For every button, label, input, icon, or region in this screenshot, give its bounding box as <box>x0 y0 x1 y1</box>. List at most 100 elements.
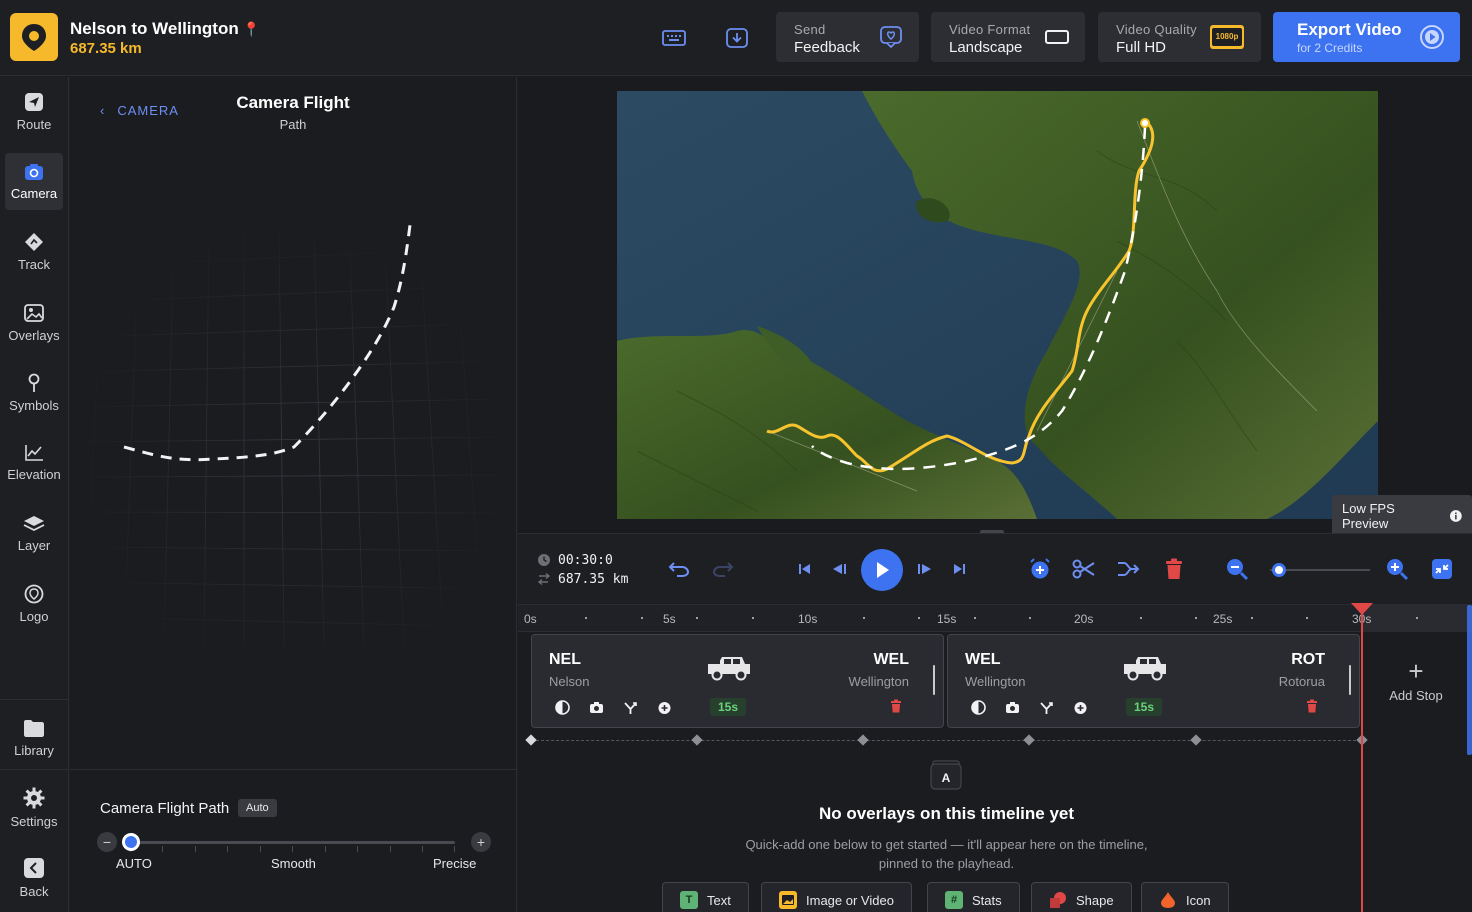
keyframe-marker[interactable] <box>525 734 537 746</box>
segment-duration[interactable]: 15s <box>710 698 747 716</box>
add-stop-button[interactable]: + Add Stop <box>1366 634 1466 728</box>
sidebar-divider <box>0 699 69 700</box>
merge-button[interactable] <box>1115 556 1141 582</box>
skip-start-icon <box>799 564 810 574</box>
feedback-heart-icon <box>877 24 905 50</box>
quick-add-icon-button[interactable]: Icon <box>1141 882 1229 912</box>
vehicle-jeep-icon[interactable] <box>1120 654 1170 682</box>
scissors-icon <box>1072 559 1095 579</box>
sidebar-item-logo[interactable]: Logo <box>5 575 63 632</box>
vehicle-jeep-icon[interactable] <box>704 654 754 682</box>
keyframe-marker[interactable] <box>1023 734 1035 746</box>
route-segment[interactable]: NEL Nelson 15s WEL Wellington <box>531 634 944 728</box>
flight-path-slider-thumb[interactable] <box>122 833 140 851</box>
keyboard-icon <box>662 30 686 46</box>
route-split-icon[interactable] <box>1038 699 1055 716</box>
collapse-icon <box>1432 559 1452 579</box>
empty-desc-line: Quick-add one below to get started — it'… <box>745 837 1148 852</box>
route-split-icon[interactable] <box>622 699 639 716</box>
playhead-handle[interactable] <box>1351 603 1373 615</box>
keyframe-track[interactable] <box>531 740 1361 741</box>
undo-button[interactable] <box>666 556 692 582</box>
ruler-dot <box>1195 617 1197 619</box>
info-icon <box>1450 510 1462 522</box>
download-button[interactable] <box>723 24 751 52</box>
delete-button[interactable] <box>1161 556 1187 582</box>
camera-back-link[interactable]: ‹ CAMERA <box>100 103 179 118</box>
timeline-zoom-thumb[interactable] <box>1272 563 1286 577</box>
sidebar-item-layer[interactable]: Layer <box>5 505 63 562</box>
skip-to-end-button[interactable] <box>946 556 972 582</box>
redo-button[interactable] <box>710 556 736 582</box>
keyframe-marker[interactable] <box>1190 734 1202 746</box>
folder-icon <box>24 719 44 737</box>
quick-add-stats-button[interactable]: # Stats <box>927 882 1020 912</box>
overlay-icon-letter: A <box>942 771 951 785</box>
send-feedback-button[interactable]: Send Feedback <box>776 12 919 62</box>
app-logo[interactable] <box>10 13 58 61</box>
zoom-out-button[interactable] <box>1224 556 1250 582</box>
quick-add-text-button[interactable]: T Text <box>662 882 749 912</box>
keyframe-marker[interactable] <box>857 734 869 746</box>
segment-delete-button[interactable] <box>890 699 902 718</box>
sidebar-item-symbols[interactable]: Symbols <box>5 364 63 421</box>
keyboard-shortcuts-button[interactable] <box>660 24 688 52</box>
route-segment[interactable]: WEL Wellington 15s ROT Rotorua <box>947 634 1360 728</box>
zoom-in-button[interactable] <box>1384 556 1410 582</box>
1080p-badge-text: 1080p <box>1212 28 1242 46</box>
play-button[interactable] <box>861 549 903 591</box>
skip-to-start-button[interactable] <box>792 556 818 582</box>
flight-path-slider-track[interactable] <box>130 841 455 852</box>
sidebar-item-elevation[interactable]: Elevation <box>5 434 63 491</box>
trash-icon <box>1166 558 1182 579</box>
camera-icon[interactable] <box>1004 699 1021 716</box>
empty-desc-line: pinned to the playhead. <box>878 856 1015 871</box>
add-keyframe-icon[interactable] <box>1072 699 1089 716</box>
sidebar-item-camera[interactable]: Camera <box>5 153 63 210</box>
segment-duration[interactable]: 15s <box>1126 698 1163 716</box>
camera-panel: ‹ CAMERA Camera Flight Path Camera Fligh… <box>70 77 517 912</box>
segment-resize-handle[interactable] <box>933 665 935 695</box>
video-format-button[interactable]: Video Format Landscape <box>931 12 1085 62</box>
fps-badge-text: Low FPS Preview <box>1342 501 1395 531</box>
low-fps-preview-badge[interactable]: Low FPS Preview <box>1332 495 1472 537</box>
quick-add-shape-button[interactable]: Shape <box>1031 882 1132 912</box>
sidebar-item-library[interactable]: Library <box>5 709 63 766</box>
sidebar-item-track[interactable]: Track <box>5 223 63 280</box>
sidebar-item-overlays[interactable]: Overlays <box>5 294 63 351</box>
sidebar-item-settings[interactable]: Settings <box>5 779 63 836</box>
add-keyframe-button[interactable] <box>1027 556 1053 582</box>
segment-delete-button[interactable] <box>1306 699 1318 718</box>
slider-tick <box>162 846 163 852</box>
segment-resize-handle[interactable] <box>1349 665 1351 695</box>
video-quality-small: Video Quality <box>1116 22 1197 37</box>
ruler-label: 15s <box>937 612 957 626</box>
sidebar-item-back[interactable]: Back <box>5 849 63 906</box>
add-keyframe-icon[interactable] <box>656 699 673 716</box>
sidebar-item-route[interactable]: Route <box>5 83 63 140</box>
map-preview[interactable] <box>617 91 1378 519</box>
video-quality-button[interactable]: Video Quality Full HD 1080p <box>1098 12 1261 62</box>
timeline-scrollbar[interactable] <box>1467 605 1472 755</box>
timeline-ruler[interactable]: 0s 5s 10s 15s 20s 25s 30s <box>518 605 1472 632</box>
quick-add-image-video-button[interactable]: Image or Video <box>761 882 912 912</box>
step-forward-button[interactable] <box>912 556 938 582</box>
slider-tick <box>195 846 196 852</box>
fit-timeline-button[interactable] <box>1429 556 1455 582</box>
timeline: 0s 5s 10s 15s 20s 25s 30s NEL Nelson 15s… <box>518 603 1472 912</box>
flight-path-increase-button[interactable]: + <box>471 832 491 852</box>
flight-path-decrease-button[interactable]: − <box>97 832 117 852</box>
playhead-line[interactable] <box>1361 605 1363 912</box>
keyframe-marker[interactable] <box>691 734 703 746</box>
step-forward-icon <box>918 564 931 574</box>
ruler-dot <box>974 617 976 619</box>
step-back-button[interactable] <box>826 556 852 582</box>
project-title[interactable]: Nelson to Wellington 📍 <box>70 19 260 39</box>
split-button[interactable] <box>1071 556 1097 582</box>
camera-icon[interactable] <box>588 699 605 716</box>
sidebar-item-label: Back <box>19 883 49 899</box>
export-video-button[interactable]: Export Video for 2 Credits <box>1273 12 1460 62</box>
speed-curve-icon[interactable] <box>554 699 571 716</box>
speed-curve-icon[interactable] <box>970 699 987 716</box>
skip-end-icon <box>954 564 965 574</box>
